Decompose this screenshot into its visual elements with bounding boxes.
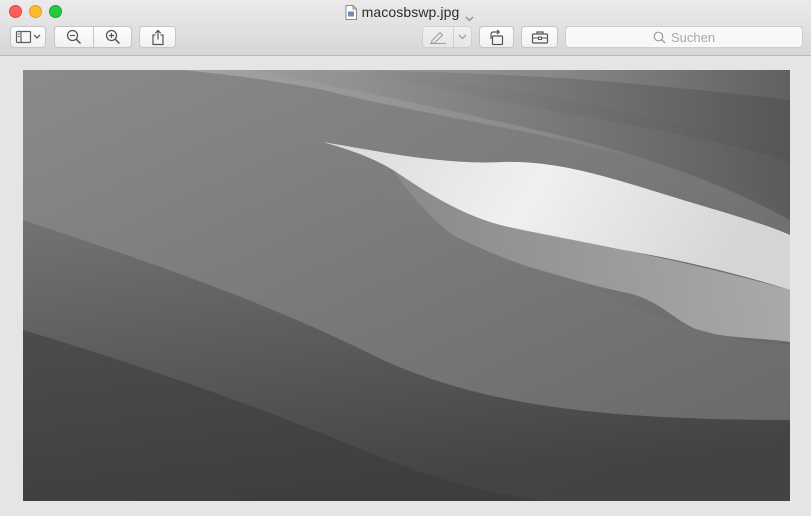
zoom-in-button[interactable] xyxy=(94,26,132,48)
preview-image[interactable] xyxy=(23,70,790,501)
toolbox-button[interactable] xyxy=(521,26,558,48)
document-view[interactable] xyxy=(0,56,811,516)
title-menu[interactable]: macosbswp.jpg xyxy=(345,4,475,22)
title-bar[interactable]: macosbswp.jpg Suchen xyxy=(0,0,811,56)
preview-window: macosbswp.jpg Suchen xyxy=(0,0,811,516)
search-icon xyxy=(653,31,666,43)
share-button[interactable] xyxy=(139,26,176,48)
zoom-out-icon xyxy=(66,29,82,45)
zoom-out-button[interactable] xyxy=(54,26,94,48)
document-icon xyxy=(345,4,357,20)
wallpaper-image xyxy=(23,70,790,501)
rotate-button[interactable] xyxy=(479,26,514,48)
title-area: macosbswp.jpg xyxy=(0,2,811,22)
chevron-down-icon xyxy=(458,34,467,40)
share-icon xyxy=(151,29,164,45)
sidebar-icon xyxy=(15,30,41,44)
search-placeholder: Suchen xyxy=(670,29,716,45)
sidebar-button[interactable] xyxy=(10,26,46,48)
rotate-icon xyxy=(489,29,503,45)
markup-button[interactable] xyxy=(422,26,454,48)
window-title: macosbswp.jpg xyxy=(361,4,460,20)
search-field[interactable]: Suchen xyxy=(565,26,803,48)
pen-icon xyxy=(430,31,446,44)
toolbox-icon xyxy=(531,31,548,44)
chevron-down-icon[interactable] xyxy=(465,9,474,22)
zoom-in-icon xyxy=(105,29,120,45)
markup-menu-button[interactable] xyxy=(454,26,472,48)
